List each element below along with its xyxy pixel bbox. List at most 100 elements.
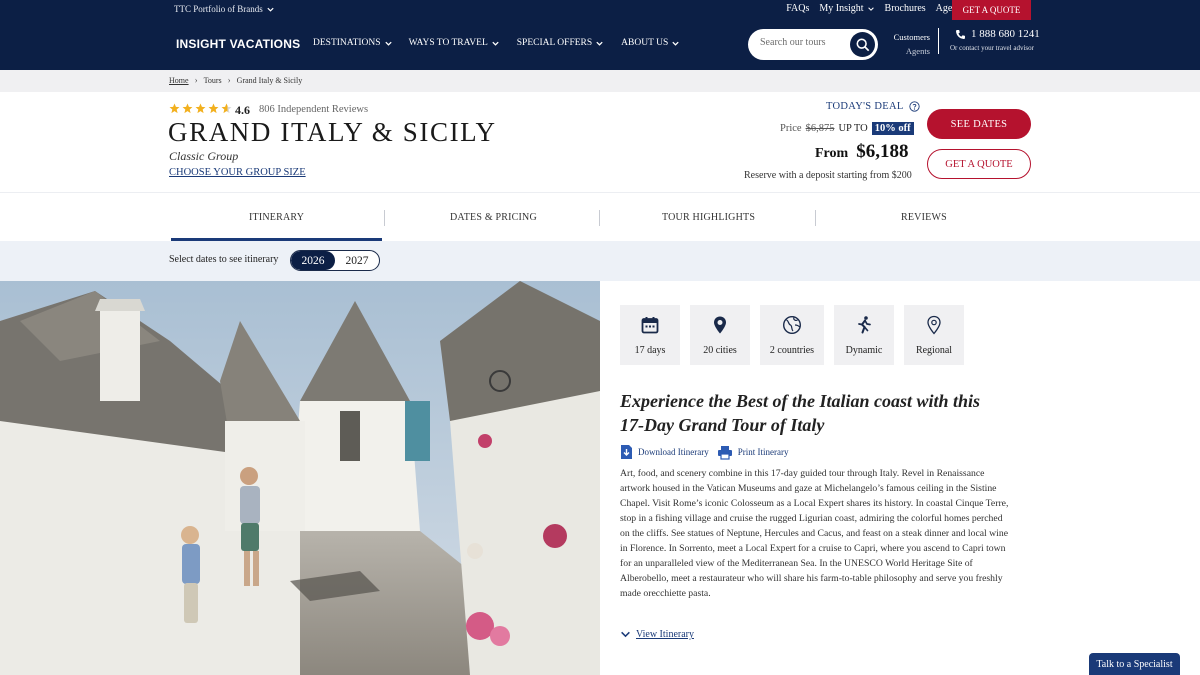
choose-group-size-link[interactable]: CHOOSE YOUR GROUP SIZE — [169, 167, 306, 178]
breadcrumb-home[interactable]: Home — [169, 76, 189, 85]
page-title: GRAND ITALY & SICILY — [168, 117, 497, 147]
tour-tabs: ITINERARY DATES & PRICING TOUR HIGHLIGHT… — [0, 192, 1200, 241]
star-icon — [182, 103, 193, 114]
feature-label: Regional — [915, 344, 953, 356]
chevron-down-icon — [596, 41, 603, 46]
tab-itinerary[interactable]: ITINERARY — [249, 212, 304, 223]
feature-label: 20 cities — [703, 344, 737, 356]
search-icon — [856, 38, 869, 51]
print-itinerary-label: Print Itinerary — [737, 447, 789, 457]
tour-hero-image — [0, 281, 600, 675]
help-icon — [908, 101, 920, 112]
tour-style: Classic Group — [169, 149, 239, 163]
main-nav: DESTINATIONS WAYS TO TRAVEL SPECIAL OFFE… — [313, 38, 680, 48]
calendar-icon — [641, 316, 659, 333]
tab-divider — [815, 210, 816, 226]
utility-links: FAQs My Insight Brochures Agents — [786, 3, 964, 14]
reviews-link[interactable]: 806 Independent Reviews — [259, 104, 368, 115]
portfolio-label: TTC Portfolio of Brands — [174, 4, 263, 14]
agents-switch-link[interactable]: Agents — [893, 44, 930, 58]
select-dates-label: Select dates to see itinerary — [169, 254, 279, 265]
phone-subtext: Or contact your travel advisor — [950, 44, 1034, 52]
year-2027-option[interactable]: 2027 — [335, 251, 379, 270]
itinerary-actions: Download Itinerary Print Itinerary — [620, 444, 788, 460]
tour-description: Art, food, and scenery combine in this 1… — [620, 468, 1009, 599]
chevron-down-icon — [492, 41, 499, 46]
print-icon — [717, 445, 732, 460]
phone-number: 1 888 680 1241 — [971, 28, 1040, 40]
get-a-quote-header-button[interactable]: GET A QUOTE — [952, 0, 1031, 20]
download-itinerary-label: Download Itinerary — [638, 447, 709, 457]
feature-label: 2 countries — [769, 344, 815, 356]
up-to-label: UP TO — [838, 123, 868, 134]
deposit-note: Reserve with a deposit starting from $20… — [744, 170, 912, 181]
print-itinerary-link[interactable]: Print Itinerary — [717, 445, 789, 460]
feature-region: Regional — [904, 305, 964, 365]
todays-deal[interactable]: TODAY'S DEAL — [826, 101, 920, 112]
get-a-quote-button[interactable]: GET A QUOTE — [927, 149, 1031, 179]
audience-switch: Customers Agents — [893, 30, 930, 58]
search-button[interactable] — [850, 32, 875, 57]
header-divider — [938, 28, 939, 54]
rating-value: 4.6 — [235, 103, 250, 117]
star-icon — [169, 103, 180, 114]
half-star-icon — [221, 103, 232, 114]
portfolio-dropdown[interactable]: TTC Portfolio of Brands — [174, 4, 275, 14]
discount-badge: 10% off — [871, 122, 914, 135]
chevron-down-icon — [867, 6, 874, 11]
date-selector-bar: Select dates to see itinerary 2026 2027 — [0, 241, 1200, 281]
breadcrumb-tours[interactable]: Tours — [204, 76, 222, 85]
customers-link[interactable]: Customers — [893, 30, 930, 44]
chevron-down-icon — [267, 7, 274, 12]
site-logo[interactable]: INSIGHT VACATIONS — [176, 37, 300, 51]
running-icon — [858, 315, 871, 333]
download-itinerary-link[interactable]: Download Itinerary — [620, 444, 709, 460]
nav-label: WAYS TO TRAVEL — [408, 38, 488, 48]
nav-about-us[interactable]: ABOUT US — [621, 38, 680, 48]
tab-divider — [599, 210, 600, 226]
see-dates-button[interactable]: SEE DATES — [927, 109, 1031, 139]
chevron-down-icon — [621, 631, 630, 638]
my-insight-label: My Insight — [819, 3, 864, 14]
search-input[interactable] — [760, 37, 848, 48]
globe-icon — [782, 315, 802, 334]
tab-tour-highlights[interactable]: TOUR HIGHLIGHTS — [662, 212, 755, 223]
nav-destinations[interactable]: DESTINATIONS — [313, 38, 393, 48]
faqs-link[interactable]: FAQs — [786, 3, 809, 14]
year-toggle: 2026 2027 — [290, 250, 380, 271]
search-box — [748, 29, 878, 60]
feature-countries: 2 countries — [760, 305, 824, 365]
chevron-down-icon — [384, 41, 392, 46]
overview-heading: Experience the Best of the Italian coast… — [620, 391, 981, 435]
chevron-down-icon — [672, 41, 679, 46]
feature-duration: 17 days — [620, 305, 680, 365]
brochures-link[interactable]: Brochures — [885, 3, 926, 14]
tab-reviews[interactable]: REVIEWS — [901, 212, 947, 223]
feature-label: Dynamic — [845, 344, 883, 356]
nav-ways-to-travel[interactable]: WAYS TO TRAVEL — [409, 38, 500, 48]
phone-link[interactable]: 1 888 680 1241 — [955, 28, 1040, 40]
price-line: Price $6,875 UP TO 10% off — [780, 122, 914, 135]
todays-deal-label: TODAY'S DEAL — [826, 101, 904, 112]
nav-label: ABOUT US — [621, 38, 669, 48]
feature-cities: 20 cities — [690, 305, 750, 365]
site-header: TTC Portfolio of Brands FAQs My Insight … — [0, 0, 1200, 70]
nav-special-offers[interactable]: SPECIAL OFFERS — [517, 38, 604, 48]
from-label: From — [815, 146, 849, 161]
view-itinerary-link[interactable]: View Itinerary — [620, 629, 694, 640]
breadcrumb-bar: Home › Tours › Grand Italy & Sicily — [0, 70, 1200, 92]
view-itinerary-label: View Itinerary — [636, 629, 694, 640]
nav-label: DESTINATIONS — [313, 38, 381, 48]
star-rating — [169, 103, 232, 114]
star-icon — [195, 103, 206, 114]
my-insight-link[interactable]: My Insight — [819, 3, 874, 14]
download-icon — [621, 445, 632, 459]
breadcrumb-current: Grand Italy & Sicily — [236, 75, 303, 85]
tour-features: 17 days 20 cities 2 countries Dynamic Re… — [620, 305, 964, 365]
tab-divider — [384, 210, 385, 226]
old-price: $6,875 — [805, 123, 835, 134]
talk-to-specialist-button[interactable]: Talk to a Specialist — [1089, 653, 1180, 675]
map-pin-icon — [714, 316, 726, 333]
year-2026-option[interactable]: 2026 — [291, 251, 335, 270]
tab-dates-pricing[interactable]: DATES & PRICING — [450, 212, 537, 223]
